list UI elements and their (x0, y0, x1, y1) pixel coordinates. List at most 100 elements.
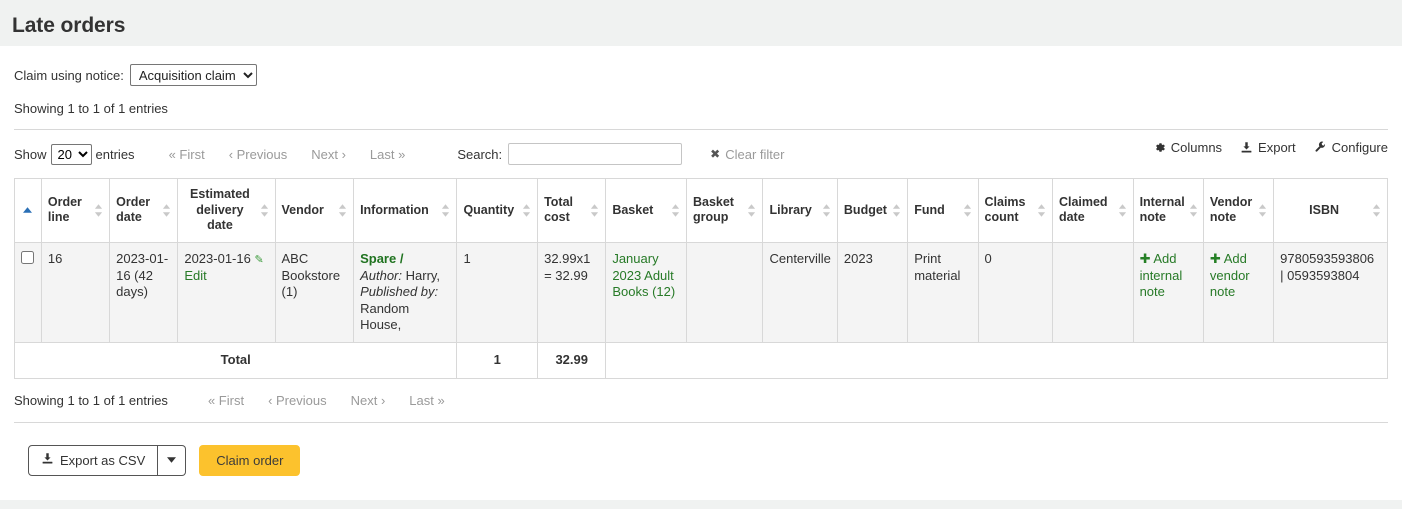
column-header-internal-note[interactable]: Internal note (1132, 178, 1204, 243)
edit-delivery-date-link[interactable]: Edit (184, 268, 206, 283)
sort-icon (1258, 204, 1267, 217)
publisher-value: Random House, (360, 300, 410, 333)
claim-notice-select[interactable]: Acquisition claim (129, 64, 257, 86)
search-input[interactable] (508, 143, 683, 165)
cell-library: Centerville (762, 241, 838, 344)
sort-icon (892, 204, 901, 217)
sort-ascending-icon (23, 207, 33, 214)
plus-icon: ✚ (1139, 250, 1151, 266)
cell-internal-note: ✚ Add internal note (1132, 241, 1204, 344)
column-label: Claims count (984, 194, 1026, 225)
cell-order-date: 2023-01-16 (42 days) (109, 241, 179, 344)
column-label: Vendor note (1209, 194, 1253, 225)
column-header-budget[interactable]: Budget (836, 178, 909, 243)
add-internal-note-link[interactable]: ✚ Add internal note (1140, 251, 1183, 299)
column-header-vendor[interactable]: Vendor (274, 178, 355, 243)
columns-button[interactable]: Columns (1153, 140, 1222, 155)
column-label: Fund (914, 202, 945, 217)
configure-label: Configure (1331, 140, 1388, 155)
page-previous-button-top[interactable]: ‹ Previous (217, 145, 300, 164)
sort-icon (1037, 204, 1046, 217)
column-header-estimated-delivery-date[interactable]: Estimated delivery date (177, 178, 276, 243)
publisher-label: Published by: (360, 284, 439, 300)
footer-total-cost: 32.99 (537, 342, 607, 379)
column-header-order-line[interactable]: Order line (40, 178, 111, 243)
table-header-row: Order line Order date Estimated delivery… (14, 178, 1388, 243)
column-label: Vendor (281, 202, 324, 217)
cell-isbn: 9780593593806 | 0593593804 (1273, 241, 1388, 344)
footer-total-quantity: 1 (456, 342, 539, 379)
basket-link[interactable]: January 2023 Adult Books (12) (612, 251, 675, 299)
content-panel: Claim using notice: Acquisition claim Sh… (0, 46, 1402, 500)
column-header-library[interactable]: Library (762, 178, 838, 243)
column-header-fund[interactable]: Fund (907, 178, 979, 243)
clear-filter-label: Clear filter (725, 146, 785, 162)
entries-info-bottom: Showing 1 to 1 of 1 entries (14, 392, 168, 408)
page-first-button-bottom[interactable]: « First (196, 391, 256, 410)
sort-icon (963, 204, 972, 217)
search-filter: Search: ✖ Clear filter (457, 143, 784, 165)
sort-icon (822, 204, 831, 217)
claim-notice-row: Claim using notice: Acquisition claim (14, 46, 1388, 86)
page-next-button-bottom[interactable]: Next › (339, 391, 398, 410)
column-header-basket-group[interactable]: Basket group (685, 178, 764, 243)
export-as-csv-button[interactable]: Export as CSV (28, 444, 159, 476)
add-vendor-note-link[interactable]: ✚ Add vendor note (1210, 251, 1250, 299)
page-last-button-top[interactable]: Last » (358, 145, 417, 164)
estimated-delivery-value: 2023-01-16 (184, 250, 251, 266)
page-last-button-bottom[interactable]: Last » (397, 391, 456, 410)
cell-claimed-date (1051, 241, 1134, 344)
sort-icon (671, 204, 680, 217)
column-header-order-date[interactable]: Order date (109, 178, 179, 243)
cell-total-cost: 32.99x1 = 32.99 (537, 241, 607, 344)
plus-icon: ✚ (1209, 250, 1221, 266)
column-header-select[interactable] (14, 178, 42, 243)
cell-information: Spare / Author: Harry, Published by: Ran… (353, 241, 458, 344)
page-first-label-top: First (179, 146, 205, 162)
page-length-select[interactable]: 20 (50, 143, 92, 165)
footer-empty (605, 342, 1388, 379)
column-header-vendor-note[interactable]: Vendor note (1202, 178, 1275, 243)
gear-icon (1153, 141, 1166, 154)
table-row: 16 2023-01-16 (42 days) 2023-01-16 ✎ Edi… (14, 241, 1388, 344)
author-value: Harry, (405, 267, 441, 283)
column-header-quantity[interactable]: Quantity (456, 178, 539, 243)
cell-budget: 2023 (836, 241, 909, 344)
action-bar: Export as CSV Claim order (14, 444, 1388, 476)
column-header-information[interactable]: Information (353, 178, 458, 243)
cell-basket: January 2023 Adult Books (12) (605, 241, 687, 344)
close-icon: ✖ (710, 147, 721, 161)
column-header-basket[interactable]: Basket (605, 178, 687, 243)
configure-button[interactable]: Configure (1314, 140, 1388, 155)
sort-icon (522, 204, 531, 217)
wrench-icon (1314, 141, 1327, 154)
datatable-toolbar: Show 20 entries « First ‹ Previous Next … (14, 129, 1388, 169)
page-previous-label-top: Previous (236, 146, 288, 162)
cell-order-line: 16 (40, 241, 111, 344)
sort-icon (1189, 204, 1198, 217)
cell-basket-group (685, 241, 764, 344)
clear-filter-button[interactable]: ✖ Clear filter (710, 147, 784, 162)
column-label: Internal note (1139, 194, 1185, 225)
column-header-isbn[interactable]: ISBN (1273, 178, 1388, 243)
column-label: ISBN (1309, 202, 1340, 217)
sort-icon (747, 204, 756, 217)
biblio-title-link[interactable]: Spare / (360, 251, 403, 266)
sort-icon (260, 204, 269, 217)
column-header-total-cost[interactable]: Total cost (537, 178, 607, 243)
entries-label: entries (95, 146, 135, 162)
page-next-button-top[interactable]: Next › (299, 145, 358, 164)
column-label: Basket group (692, 194, 734, 225)
export-dropdown-toggle[interactable] (158, 444, 187, 476)
show-label: Show (14, 146, 47, 162)
row-select-cell (14, 241, 42, 344)
row-select-checkbox[interactable] (21, 250, 35, 264)
claim-order-button[interactable]: Claim order (199, 444, 301, 476)
cell-estimated-delivery-date: 2023-01-16 ✎ Edit (177, 241, 276, 344)
sort-icon (1372, 204, 1381, 217)
column-header-claims-count[interactable]: Claims count (977, 178, 1053, 243)
page-first-button-top[interactable]: « First (157, 145, 217, 164)
export-button[interactable]: Export (1240, 140, 1296, 155)
column-header-claimed-date[interactable]: Claimed date (1051, 178, 1134, 243)
page-previous-button-bottom[interactable]: ‹ Previous (256, 391, 339, 410)
